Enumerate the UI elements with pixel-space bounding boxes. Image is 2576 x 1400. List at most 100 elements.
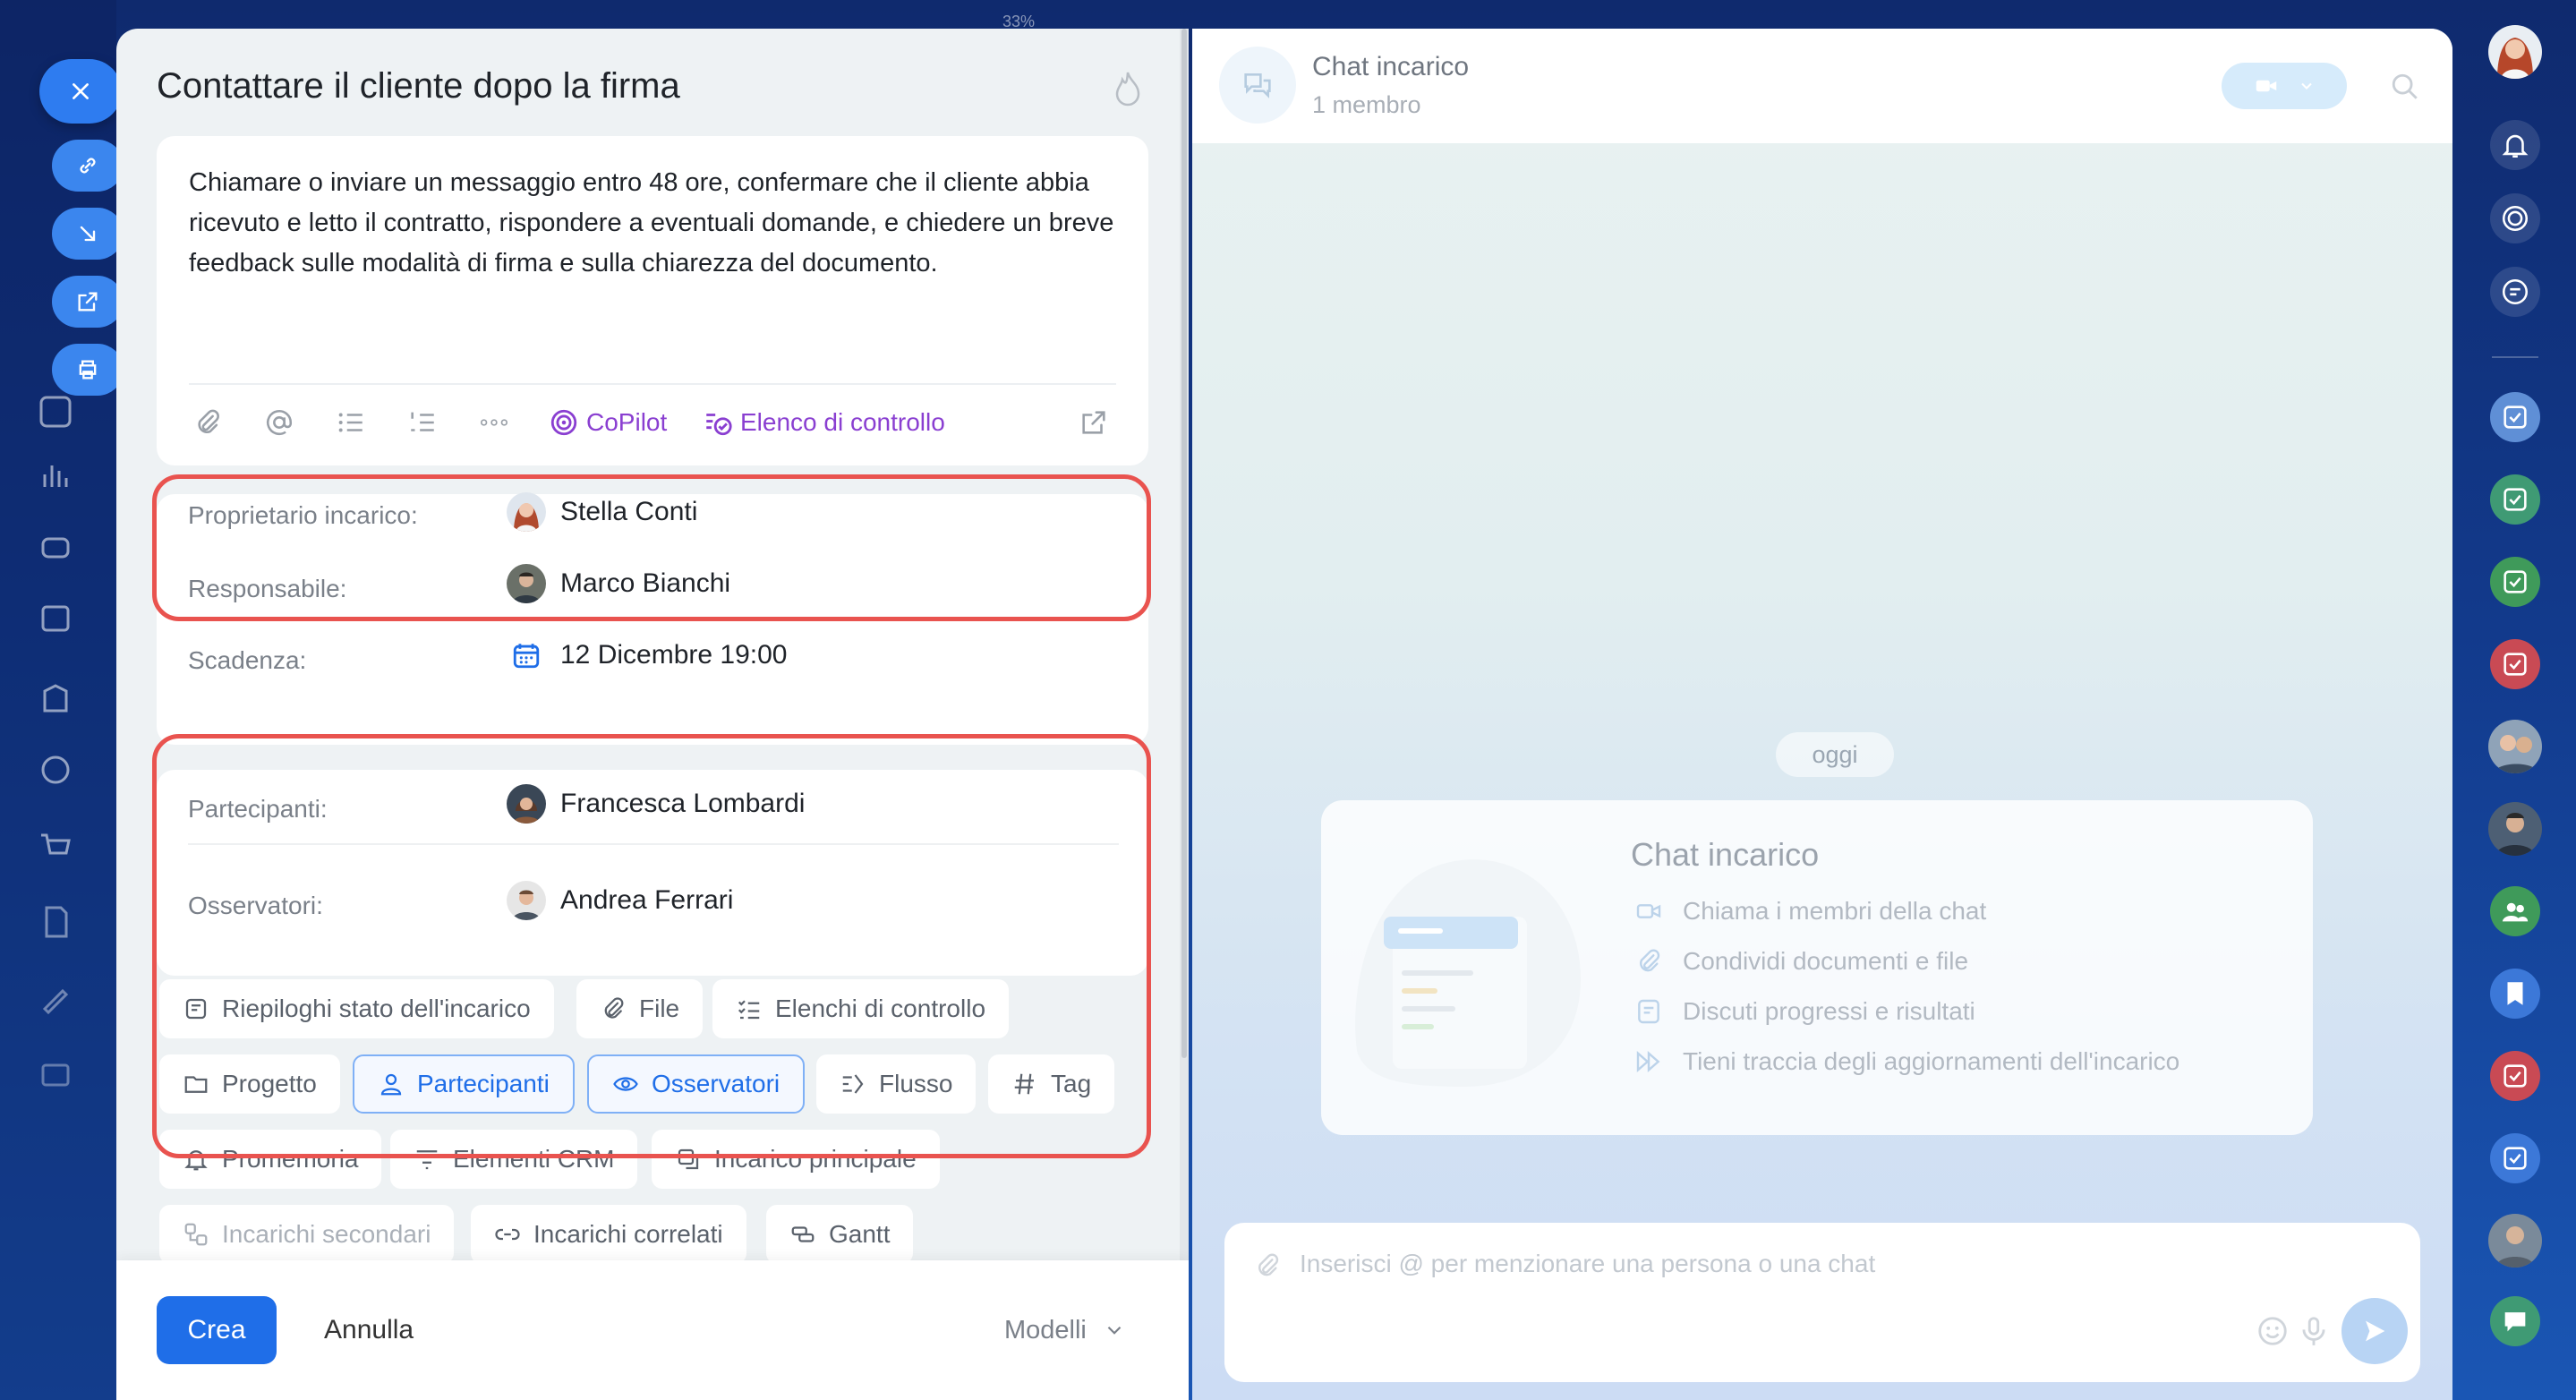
create-button[interactable]: Crea <box>157 1296 277 1364</box>
message-input[interactable]: Inserisci @ per menzionare una persona o… <box>1300 1250 1875 1278</box>
at-sign-icon <box>267 410 293 435</box>
scrollbar-thumb[interactable] <box>1181 29 1187 1058</box>
templates-dropdown[interactable]: Modelli <box>1004 1296 1126 1364</box>
close-button[interactable] <box>39 59 122 124</box>
bg-building-icon <box>38 671 127 725</box>
priority-fire-icon[interactable] <box>1112 70 1144 107</box>
download-icon <box>80 226 96 242</box>
copy-link-button[interactable] <box>52 140 124 192</box>
user-avatar[interactable] <box>2488 25 2542 79</box>
download-button[interactable] <box>52 208 124 260</box>
chat-item[interactable] <box>2490 1296 2540 1346</box>
highlight-participants <box>152 734 1151 1158</box>
chevron-down-icon <box>1107 1326 1122 1335</box>
bullet-list-button[interactable] <box>336 401 366 444</box>
message-composer[interactable]: Inserisci @ per menzionare una persona o… <box>1224 1223 2420 1382</box>
feature-label: Discuti progressi e risultati <box>1683 997 1975 1025</box>
welcome-title: Chat incarico <box>1631 836 1820 873</box>
bullet-list-icon <box>338 413 363 432</box>
close-icon <box>73 83 89 99</box>
related-tasks-chip[interactable]: Incarichi correlati <box>471 1205 746 1264</box>
feature-label: Condividi documenti e file <box>1683 947 1969 975</box>
task-chat-item[interactable] <box>2490 1133 2540 1183</box>
paperclip-icon <box>1640 949 1660 972</box>
right-rail <box>2452 0 2576 1400</box>
copilot-icon <box>2502 205 2529 232</box>
task-chat-item[interactable] <box>2490 1051 2540 1101</box>
group-icon <box>2502 902 2529 922</box>
subtasks-chip[interactable]: Incarichi secondari <box>159 1205 455 1264</box>
fast-forward-icon <box>1636 1051 1660 1072</box>
bg-pen-icon <box>38 971 127 1025</box>
task-description[interactable]: Chiamare o inviare un messaggio entro 48… <box>189 163 1120 284</box>
footer-bar: Crea Annulla Modelli <box>116 1260 1189 1400</box>
chat-welcome-card: Chat incarico Chiama i membri della chat… <box>1321 800 2313 1135</box>
contact-avatar[interactable] <box>2488 720 2542 773</box>
feature-call: Chiama i membri della chat <box>1634 897 1986 926</box>
copilot-rail-button[interactable] <box>2490 193 2540 243</box>
copilot-button[interactable]: CoPilot <box>549 401 667 444</box>
task-chat-item[interactable] <box>2490 639 2540 689</box>
printer-icon <box>79 360 97 380</box>
paperclip-icon <box>198 409 219 433</box>
task-title[interactable]: Contattare il cliente dopo la firma <box>157 66 680 107</box>
search-chat-button[interactable] <box>2490 267 2540 317</box>
open-new-window-button[interactable] <box>52 276 124 328</box>
deadline-field[interactable]: 12 Dicembre 19:00 <box>507 636 787 675</box>
task-chat-item[interactable] <box>2490 557 2540 607</box>
contact-avatar[interactable] <box>2488 802 2542 856</box>
external-link-icon <box>1082 411 1105 434</box>
copilot-label: CoPilot <box>586 408 668 436</box>
chat-header: Chat incarico 1 membro <box>1192 29 2452 143</box>
chevron-down-icon <box>2301 82 2312 90</box>
subtasks-icon <box>184 1223 208 1246</box>
emoji-icon[interactable] <box>2256 1314 2290 1348</box>
video-call-button[interactable] <box>2222 63 2347 109</box>
checklist-button[interactable]: Elenco di controllo <box>703 401 945 444</box>
deadline-value: 12 Dicembre 19:00 <box>560 640 788 670</box>
chat-search-icon <box>2502 278 2529 305</box>
task-chat-item[interactable] <box>2490 474 2540 525</box>
task-check-icon <box>2503 1147 2527 1170</box>
date-divider: oggi <box>1776 732 1894 777</box>
chip-label: Incarichi secondari <box>222 1220 431 1248</box>
bg-analytics-icon <box>38 448 127 501</box>
chat-member-count[interactable]: 1 membro <box>1312 91 1421 119</box>
external-link-icon <box>78 292 98 312</box>
contact-avatar[interactable] <box>2488 1214 2542 1268</box>
gantt-chip[interactable]: Gantt <box>766 1205 914 1264</box>
templates-label: Modelli <box>1004 1315 1087 1345</box>
expand-editor-button[interactable] <box>1079 401 1109 444</box>
mention-button[interactable] <box>264 401 294 444</box>
feature-share: Condividi documenti e file <box>1634 947 1968 976</box>
task-check-icon <box>2503 653 2527 676</box>
scrollbar[interactable] <box>1180 29 1189 1260</box>
bookmarks-item[interactable] <box>2490 969 2540 1019</box>
copilot-icon <box>550 409 577 436</box>
task-chat-panel: Chat incarico 1 membro oggi Chat incaric… <box>1192 29 2452 1400</box>
task-chat-item[interactable] <box>2490 392 2540 442</box>
calendar-icon <box>507 636 546 675</box>
chat-title: Chat incarico <box>1312 52 1470 81</box>
print-button[interactable] <box>52 344 124 396</box>
paperclip-icon[interactable] <box>1253 1251 1282 1280</box>
link-icon <box>495 1228 520 1241</box>
search-icon[interactable] <box>2390 72 2420 102</box>
feature-track: Tieni traccia degli aggiornamenti dell'i… <box>1634 1047 2179 1076</box>
task-check-icon <box>2503 1064 2527 1088</box>
document-icon <box>1638 999 1659 1024</box>
group-chat-item[interactable] <box>2490 886 2540 936</box>
bg-target-icon <box>38 743 127 797</box>
send-button[interactable] <box>2341 1298 2408 1364</box>
highlight-roles <box>152 474 1151 621</box>
notifications-button[interactable] <box>2490 120 2540 170</box>
gantt-icon <box>791 1226 815 1242</box>
numbered-list-button[interactable] <box>407 401 438 444</box>
cancel-button[interactable]: Annulla <box>324 1296 414 1364</box>
microphone-icon[interactable] <box>2297 1314 2331 1348</box>
attach-button[interactable] <box>192 401 223 444</box>
more-button[interactable] <box>479 401 509 444</box>
feature-discuss: Discuti progressi e risultati <box>1634 997 1975 1026</box>
chip-label: Incarichi correlati <box>533 1220 723 1248</box>
more-dots-icon <box>480 419 508 426</box>
